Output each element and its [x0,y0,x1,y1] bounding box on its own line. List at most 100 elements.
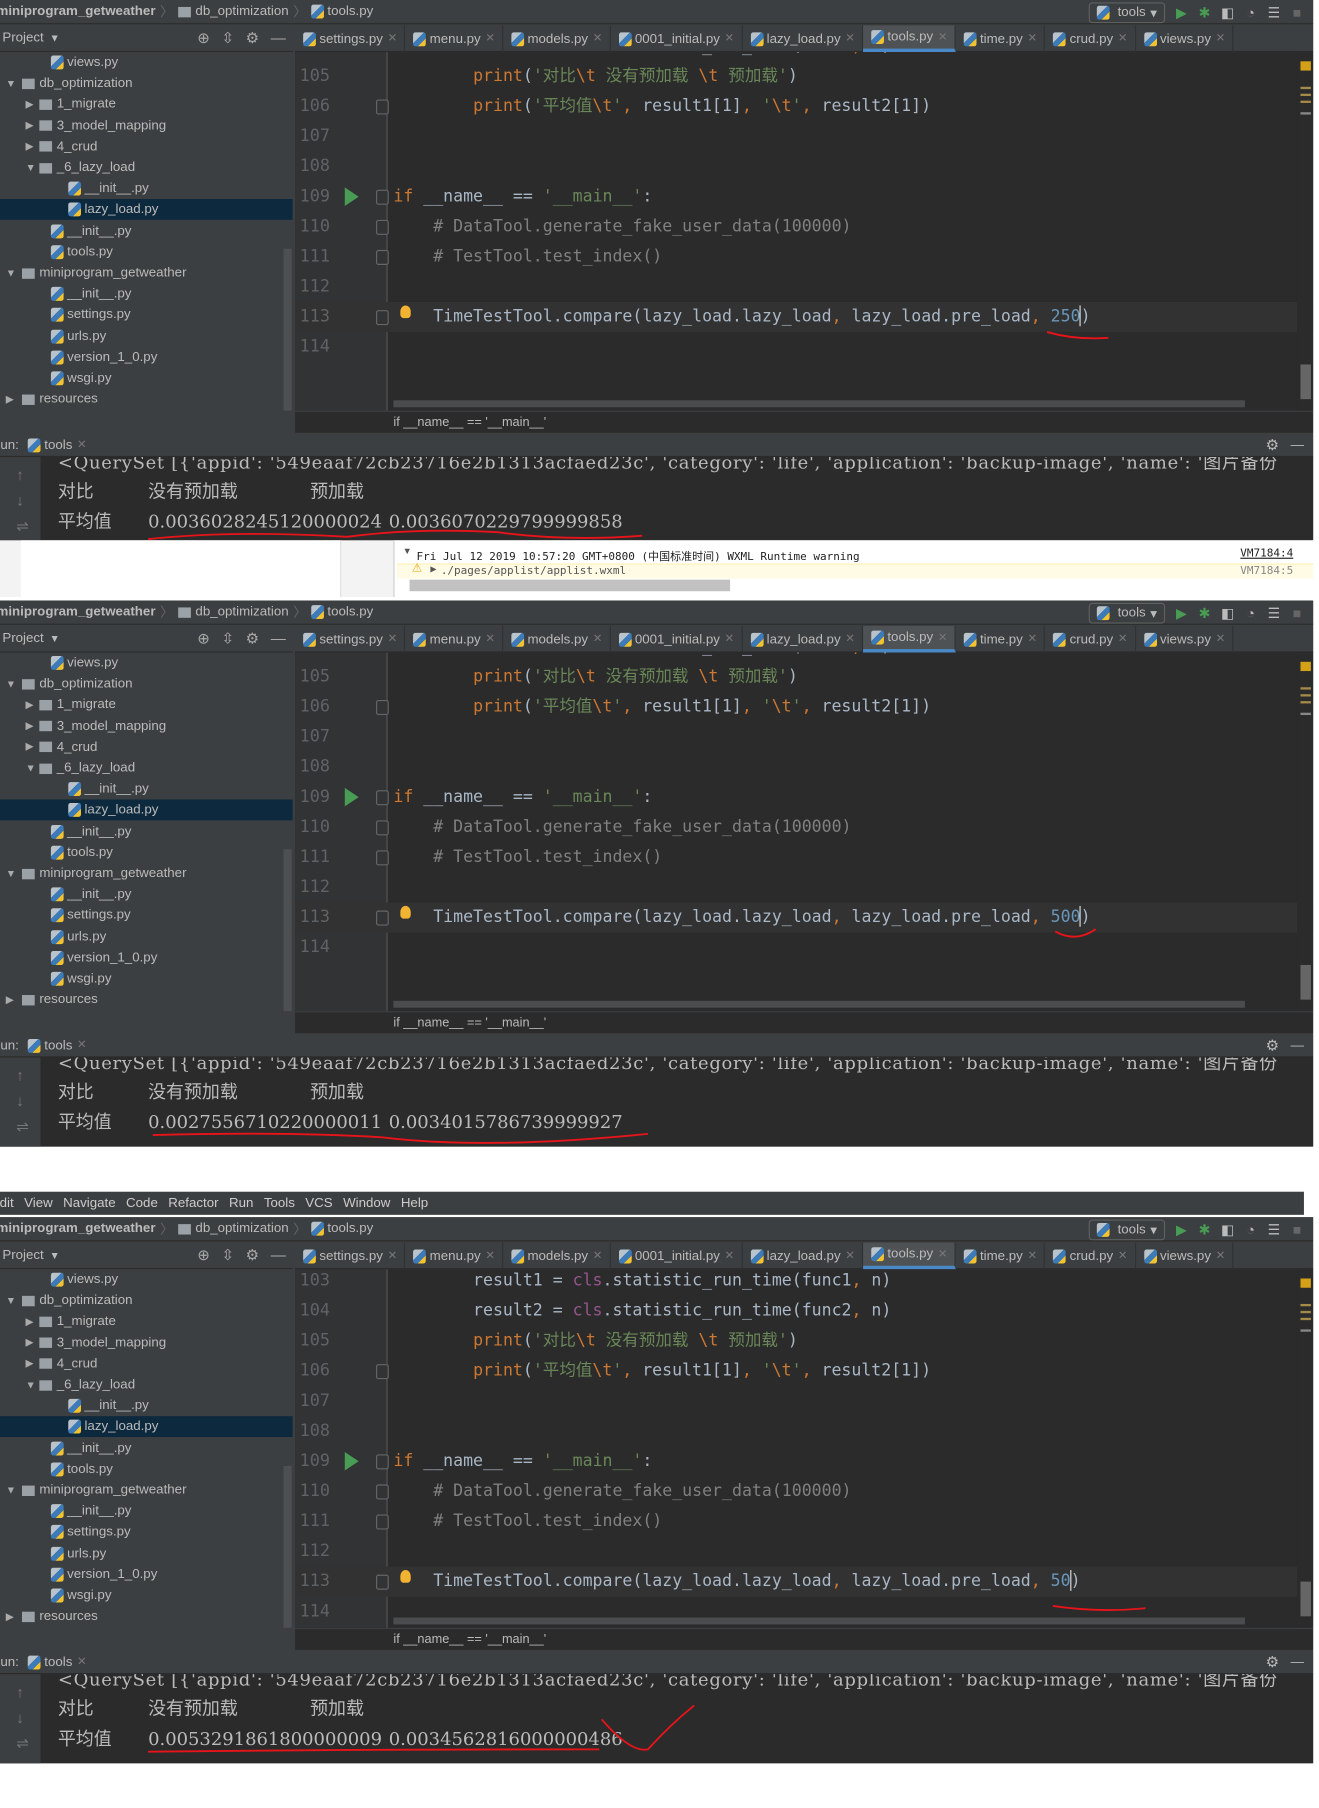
tree-item[interactable]: ▼ _6_lazy_load [0,157,293,178]
project-view-dropdown[interactable]: Project [2,31,43,45]
stripe-mark[interactable] [1300,112,1311,115]
run-icon[interactable]: ▶ [1174,606,1188,620]
tree-item[interactable]: ▶ 4_crud [0,737,293,758]
run-icon[interactable]: ▶ [1174,5,1188,19]
fold-marker-icon[interactable] [376,219,389,235]
close-icon[interactable]: ✕ [845,32,855,45]
close-icon[interactable]: ✕ [388,633,398,646]
close-icon[interactable]: ✕ [845,1250,855,1263]
collapse-arrow-icon[interactable]: ▶ [25,741,37,754]
tree-item[interactable]: lazy_load.py [0,799,293,821]
menu-refactor[interactable]: Refactor [168,1196,218,1210]
tree-item[interactable]: ▼ _6_lazy_load [0,758,293,779]
close-icon[interactable]: ✕ [1027,32,1037,45]
close-icon[interactable]: ✕ [77,439,87,452]
tab-crud-py[interactable]: crud.py ✕ [1045,1242,1136,1270]
close-icon[interactable]: ✕ [593,1250,603,1263]
coverage-icon[interactable]: ◧ [1221,606,1235,620]
tree-item[interactable]: ▶ 1_migrate [0,1311,293,1332]
tree-item[interactable]: ▶ 3_model_mapping [0,115,293,136]
tab-crud-py[interactable]: crud.py ✕ [1045,25,1136,53]
tree-item[interactable]: __init__.py [0,821,293,842]
collapse-arrow-icon[interactable]: ▶ [25,720,37,733]
tab-0001-initial-py[interactable]: 0001_initial.py ✕ [611,625,743,653]
argument-value[interactable]: 250 [1051,308,1081,327]
collapse-arrow-icon[interactable]: ▶ [6,994,18,1007]
tree-item[interactable]: ▶ 4_crud [0,1353,293,1374]
tree-item[interactable]: ▼ db_optimization [0,1290,293,1311]
fold-marker-icon[interactable] [376,1484,389,1500]
tree-item[interactable]: ▶ resources [0,989,293,1010]
expand-arrow-icon[interactable]: ▼ [6,1484,18,1496]
stripe-mark[interactable] [1300,964,1311,1000]
locate-icon[interactable]: ⊕ [197,629,210,648]
collapse-arrow-icon[interactable]: ▶ [25,1315,37,1328]
stripe-mark[interactable] [1300,1303,1311,1307]
run-gutter-icon[interactable] [344,1452,359,1471]
expand-arrow-icon[interactable]: ▼ [25,162,37,174]
run-tab[interactable]: tools ✕ [28,437,87,452]
tree-item[interactable]: urls.py [0,326,293,347]
tab-tools-py[interactable]: tools.py ✕ [863,625,956,653]
breadcrumb-folder[interactable]: db_optimization [195,605,288,619]
run-tab[interactable]: tools ✕ [28,1038,87,1053]
tree-item[interactable]: ▶ 1_migrate [0,695,293,716]
collapse-arrow-icon[interactable]: ▶ [25,1358,37,1371]
coverage-icon[interactable]: ◧ [1221,5,1235,19]
tree-item[interactable]: ▼ miniprogram_getweather [0,863,293,884]
tree-scrollbar[interactable] [283,1465,292,1628]
stripe-mark[interactable] [1300,93,1311,97]
editor-horizontal-scrollbar[interactable] [393,1000,1245,1008]
tab-lazy-load-py[interactable]: lazy_load.py ✕ [742,1242,864,1270]
close-icon[interactable]: ✕ [725,32,735,45]
stripe-mark[interactable] [1300,1278,1311,1288]
tab-settings-py[interactable]: settings.py ✕ [295,25,406,53]
tree-item[interactable]: __init__.py [0,1501,293,1522]
fold-marker-icon[interactable] [376,1514,389,1530]
stripe-mark[interactable] [1300,86,1311,90]
fold-marker-icon[interactable] [376,820,389,836]
tree-item[interactable]: tools.py [0,842,293,863]
stripe-mark[interactable] [1300,1317,1311,1321]
tree-item[interactable]: version_1_0.py [0,1564,293,1585]
profile-icon[interactable]: ◔ [1244,5,1258,19]
tree-item[interactable]: lazy_load.py [0,1416,293,1438]
minimize-icon[interactable]: — [1291,1038,1304,1052]
stripe-mark[interactable] [1300,701,1311,704]
tab-tools-py[interactable]: tools.py ✕ [863,25,956,53]
stop-icon[interactable]: ■ [1290,606,1304,620]
tree-scrollbar[interactable] [283,248,292,411]
close-icon[interactable]: ✕ [1027,633,1037,646]
tree-item[interactable]: tools.py [0,1459,293,1480]
menu-help[interactable]: Help [401,1196,428,1210]
tree-item[interactable]: __init__.py [0,884,293,905]
stripe-mark[interactable] [1300,100,1311,103]
stripe-mark[interactable] [1300,1310,1311,1314]
menu-navigate[interactable]: Navigate [63,1196,116,1210]
run-gutter-icon[interactable] [344,787,359,807]
menu-vcs[interactable]: VCS [305,1196,332,1210]
breadcrumb-folder[interactable]: db_optimization [195,5,288,19]
tree-item[interactable]: views.py [0,52,293,73]
tree-item[interactable]: __init__.py [0,1396,293,1417]
project-view-dropdown[interactable]: Project [2,632,43,646]
stripe-mark[interactable] [1300,1329,1311,1332]
code-editor[interactable]: 104 result2 = cls.statistic_run_time(fun… [295,52,1314,411]
tab-views-py[interactable]: views.py ✕ [1136,25,1234,53]
source-link[interactable]: VM7184:4 [1240,547,1293,560]
close-icon[interactable]: ✕ [1118,1250,1128,1263]
tab-settings-py[interactable]: settings.py ✕ [295,625,406,653]
tab-models-py[interactable]: models.py ✕ [503,25,611,53]
fold-marker-icon[interactable] [376,1364,389,1380]
tree-item[interactable]: urls.py [0,1543,293,1564]
close-icon[interactable]: ✕ [725,633,735,646]
tab-tools-py[interactable]: tools.py ✕ [863,1242,956,1270]
close-icon[interactable]: ✕ [77,1039,87,1052]
close-icon[interactable]: ✕ [593,32,603,45]
gear-icon[interactable]: ⚙ [246,1246,259,1265]
run-icon[interactable]: ▶ [1174,1222,1188,1236]
tab-lazy-load-py[interactable]: lazy_load.py ✕ [742,625,864,653]
argument-value[interactable]: 500 [1051,908,1081,927]
collapse-arrow-icon[interactable]: ▶ [25,98,37,111]
close-icon[interactable]: ✕ [938,1248,948,1261]
